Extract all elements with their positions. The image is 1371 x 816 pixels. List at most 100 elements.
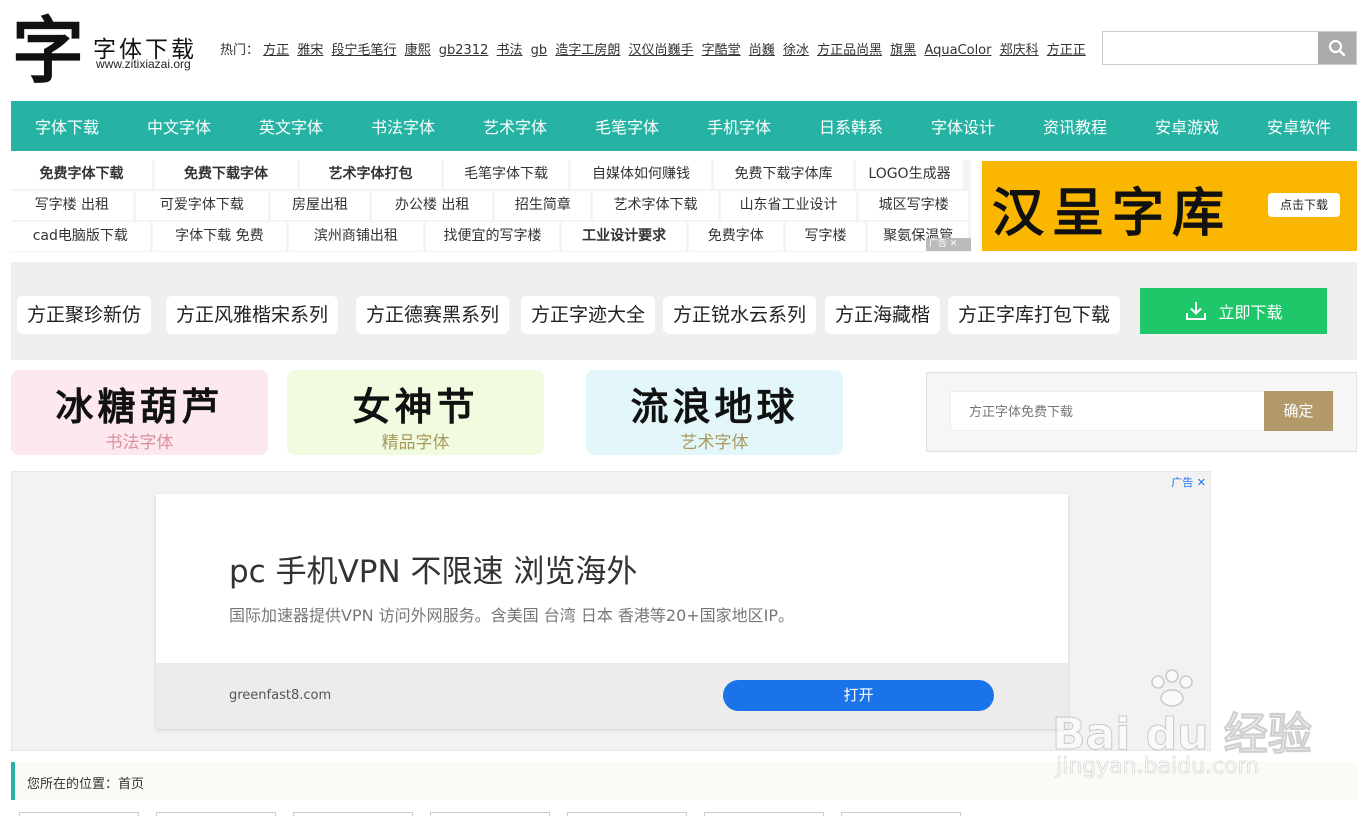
- hot-link[interactable]: 方正品尚黑: [817, 43, 882, 58]
- cutoff-card: [19, 812, 139, 816]
- keyword-link[interactable]: 毛笔字体下载: [444, 160, 568, 189]
- keyword-link[interactable]: 招生简章: [495, 191, 591, 220]
- font-series-pill[interactable]: 方正锐水云系列: [663, 296, 817, 334]
- keyword-link[interactable]: 免费字体下载: [11, 160, 152, 189]
- ad-open-button[interactable]: 打开: [723, 680, 994, 711]
- keyword-link[interactable]: 找便宜的写字楼: [425, 222, 560, 251]
- ad-domain: greenfast8.com: [229, 688, 332, 703]
- keyword-link[interactable]: LOGO生成器: [856, 160, 963, 189]
- font-card-art[interactable]: 流浪地球 艺术字体: [586, 370, 843, 455]
- nav-item[interactable]: 书法字体: [347, 114, 459, 138]
- font-search: 确定: [926, 372, 1357, 452]
- keyword-link[interactable]: 艺术字体打包: [300, 160, 441, 189]
- hot-link[interactable]: AquaColor: [924, 43, 991, 58]
- font-series-pill[interactable]: 方正聚珍新仿: [17, 296, 152, 334]
- nav-item[interactable]: 资讯教程: [1019, 114, 1131, 138]
- logo-icon[interactable]: 字: [12, 8, 84, 93]
- hot-link[interactable]: 字酷堂: [702, 43, 741, 58]
- hot-link[interactable]: 段宁毛笔行: [331, 43, 396, 58]
- keyword-link[interactable]: 山东省工业设计: [720, 191, 857, 220]
- nav-item[interactable]: 中文字体: [123, 114, 235, 138]
- hot-link[interactable]: 书法: [497, 43, 523, 58]
- keyword-link[interactable]: 房屋出租: [271, 191, 369, 220]
- keyword-link[interactable]: 字体下载 免费: [152, 222, 287, 251]
- keyword-link[interactable]: 办公楼 出租: [371, 191, 493, 220]
- keyword-link[interactable]: 免费字体: [688, 222, 783, 251]
- hot-link[interactable]: 徐冰: [783, 43, 809, 58]
- keyword-link[interactable]: 工业设计要求: [562, 222, 686, 251]
- top-search: [1102, 31, 1357, 65]
- hot-link[interactable]: 汉仪尚巍手: [628, 43, 693, 58]
- hot-link[interactable]: gb2312: [439, 43, 489, 58]
- nav-item[interactable]: 英文字体: [235, 114, 347, 138]
- font-series-pill[interactable]: 方正字迹大全: [521, 296, 656, 334]
- hot-link[interactable]: 方正正: [1047, 43, 1086, 58]
- baidu-watermark: Bai du 经验 jingyan.baidu.com: [1052, 668, 1312, 783]
- nav-item[interactable]: 安卓软件: [1243, 114, 1355, 138]
- font-series-pill[interactable]: 方正海藏楷: [825, 296, 941, 334]
- hot-link[interactable]: 尚巍: [749, 43, 775, 58]
- font-search-confirm-button[interactable]: 确定: [1264, 391, 1333, 431]
- next-row-cutoff: [11, 809, 1357, 816]
- keyword-link[interactable]: 可爱字体下载: [135, 191, 269, 220]
- nav-item[interactable]: 艺术字体: [459, 114, 571, 138]
- download-now-label: 立即下载: [1218, 303, 1283, 322]
- font-card-calligraphy[interactable]: 冰糖葫芦 书法字体: [11, 370, 268, 455]
- ad-close[interactable]: 广告 ✕: [1171, 474, 1206, 490]
- hot-link[interactable]: 康熙: [405, 43, 431, 58]
- download-icon: [1186, 302, 1207, 320]
- nav-item[interactable]: 字体设计: [907, 114, 1019, 138]
- keyword-link[interactable]: cad电脑版下载: [11, 222, 150, 251]
- top-search-button[interactable]: [1318, 32, 1356, 64]
- watermark-brand: Bai du 经验: [1052, 709, 1313, 761]
- ad-mark-label: 广告: [929, 239, 948, 249]
- keyword-row: 写字楼 出租 可爱字体下载 房屋出租 办公楼 出租 招生简章 艺术字体下载 山东…: [11, 191, 971, 220]
- keyword-link[interactable]: 艺术字体下载: [593, 191, 718, 220]
- banner-download-button[interactable]: 点击下载: [1268, 193, 1340, 217]
- font-card-label: 书法字体: [105, 433, 174, 453]
- font-series-bar: 方正聚珍新仿 方正风雅楷宋系列 方正德赛黑系列 方正字迹大全 方正锐水云系列 方…: [11, 262, 1357, 360]
- keyword-link[interactable]: 滨州商铺出租: [289, 222, 423, 251]
- cutoff-card: [704, 812, 824, 816]
- keyword-link[interactable]: 免费下载字体库: [714, 160, 853, 189]
- font-card-sample: 冰糖葫芦: [55, 384, 224, 429]
- font-series-pill[interactable]: 方正德赛黑系列: [356, 296, 510, 334]
- font-series-pill[interactable]: 方正风雅楷宋系列: [166, 296, 339, 334]
- keyword-link[interactable]: 城区写字楼: [859, 191, 968, 220]
- breadcrumb-text[interactable]: 您所在的位置：首页: [27, 773, 144, 792]
- nav-item[interactable]: 毛笔字体: [571, 114, 683, 138]
- hot-link[interactable]: gb: [531, 43, 548, 58]
- banner-ad[interactable]: 汉呈字库 点击下载: [982, 161, 1357, 251]
- hot-link[interactable]: 方正: [263, 43, 289, 58]
- cutoff-card: [156, 812, 276, 816]
- hot-link[interactable]: 雅宋: [297, 43, 323, 58]
- keyword-link[interactable]: 免费下载字体: [155, 160, 297, 189]
- download-now-button[interactable]: 立即下载: [1140, 288, 1327, 334]
- font-search-input[interactable]: [950, 391, 1266, 431]
- nav-item[interactable]: 安卓游戏: [1131, 114, 1243, 138]
- keyword-ad-grid: 免费字体下载 免费下载字体 艺术字体打包 毛笔字体下载 自媒体如何赚钱 免费下载…: [11, 160, 971, 252]
- cutoff-card: [841, 812, 961, 816]
- nav-item[interactable]: 字体下载: [11, 114, 123, 138]
- font-card-premium[interactable]: 女神节 精品字体: [287, 370, 544, 455]
- cutoff-card: [293, 812, 413, 816]
- ad-title[interactable]: pc 手机VPN 不限速 浏览海外: [229, 546, 637, 591]
- keyword-link[interactable]: 自媒体如何赚钱: [571, 160, 711, 189]
- hot-links: 热门： 方正 雅宋 段宁毛笔行 康熙 gb2312 书法 gb 造字工房朗 汉仪…: [220, 39, 1090, 58]
- keyword-link[interactable]: 写字楼 出租: [11, 191, 133, 220]
- ad-mark[interactable]: 广告 ✕: [926, 238, 971, 251]
- font-series-pill[interactable]: 方正字库打包下载: [948, 296, 1121, 334]
- banner-text: 汉呈字库: [992, 183, 1233, 244]
- cutoff-card: [567, 812, 687, 816]
- keyword-link[interactable]: 写字楼: [785, 222, 866, 251]
- nav-item[interactable]: 手机字体: [683, 114, 795, 138]
- top-search-input[interactable]: [1103, 32, 1318, 64]
- nav-item[interactable]: 日系韩系: [795, 114, 907, 138]
- font-card-label: 精品字体: [381, 433, 450, 453]
- hot-link[interactable]: 旗黑: [890, 43, 916, 58]
- ad-label: 广告: [1171, 476, 1194, 489]
- ad-description: 国际加速器提供VPN 访问外网服务。含美国 台湾 日本 香港等20+国家地区IP…: [229, 606, 795, 625]
- hot-link[interactable]: 造字工房朗: [555, 43, 620, 58]
- ad-card[interactable]: pc 手机VPN 不限速 浏览海外 国际加速器提供VPN 访问外网服务。含美国 …: [156, 494, 1068, 729]
- hot-link[interactable]: 郑庆科: [1000, 43, 1039, 58]
